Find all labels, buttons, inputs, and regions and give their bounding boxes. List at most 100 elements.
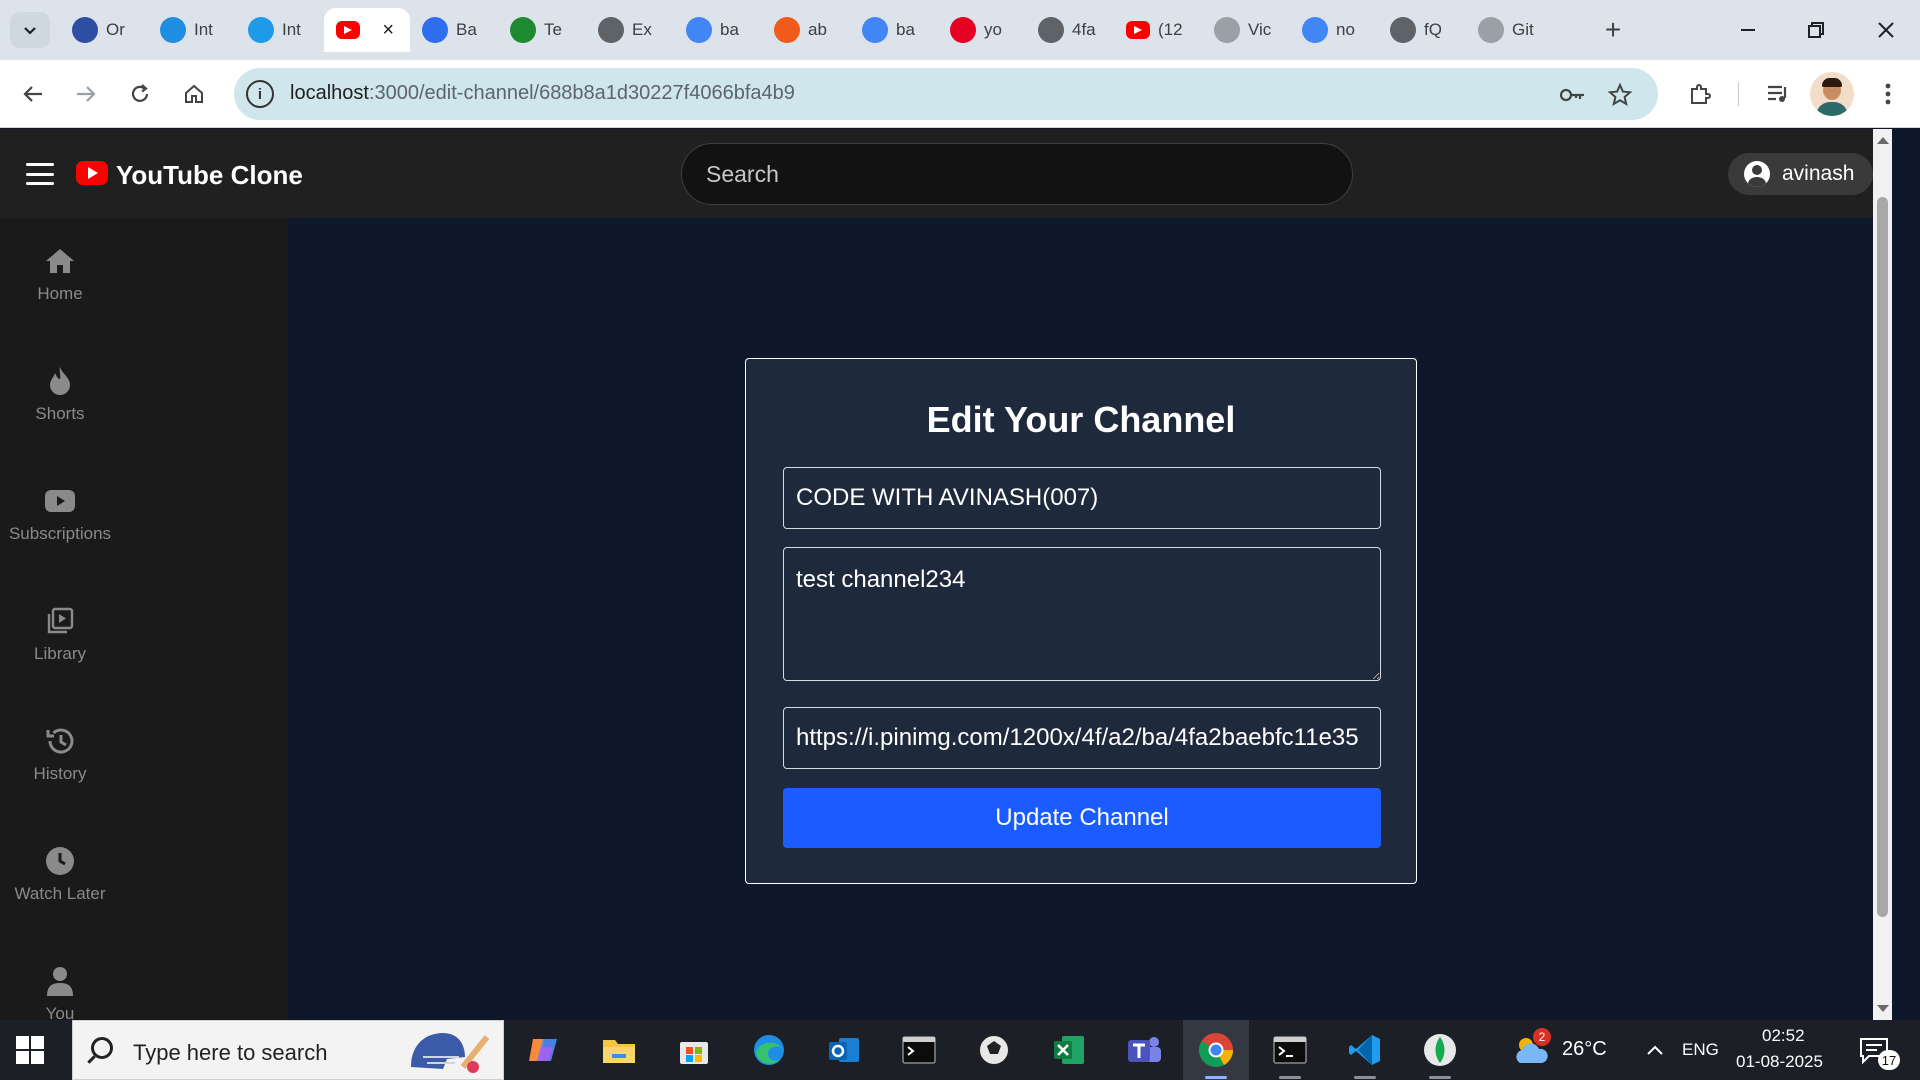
tab-search-button[interactable] [10,12,50,48]
tab[interactable]: Or [60,8,148,52]
tab-close-button[interactable]: × [382,19,394,42]
app-title[interactable]: YouTube Clone [116,160,303,191]
copilot-app-icon[interactable] [524,1030,564,1070]
microsoft-store-app-icon[interactable] [674,1030,714,1070]
tab[interactable]: no [1290,8,1378,52]
tab[interactable]: yo [938,8,1026,52]
globe-icon [1390,17,1416,43]
teams-app-icon[interactable] [1124,1030,1164,1070]
tab[interactable]: Int [236,8,324,52]
sidebar-item-subscriptions[interactable]: Subscriptions [0,484,120,574]
sidebar-item-label: Shorts [35,404,85,423]
tab[interactable]: fQ [1378,8,1466,52]
key-icon [1560,88,1584,102]
menu-toggle-button[interactable] [26,163,54,185]
input-language-indicator[interactable]: ENG [1682,1040,1719,1060]
tab[interactable]: Ba [410,8,498,52]
excel-app-icon[interactable] [1049,1030,1089,1070]
user-icon [43,964,77,998]
sidebar-item-label: Library [34,644,86,663]
media-control-button[interactable] [1760,76,1796,112]
restore-button[interactable] [1786,12,1846,48]
tab-active[interactable]: × [324,8,410,52]
channel-name-input[interactable] [783,467,1381,529]
tab-title: no [1336,20,1355,39]
sidebar-item-you[interactable]: You [0,964,120,1020]
tab[interactable]: Int [148,8,236,52]
browser-tab-strip: Or Int Int × Ba Te Ex ba ab ba yo 4fa (12 Vic no fQ Git … [0,0,1920,60]
user-menu-button[interactable]: avinash [1728,153,1873,195]
back-button[interactable] [15,76,51,112]
sidebar-item-home[interactable]: Home [0,244,120,334]
page-scrollbar[interactable] [1873,129,1892,1020]
reload-button[interactable] [122,76,158,112]
close-window-button[interactable] [1856,12,1916,48]
tab-title: Git [1512,20,1534,39]
search-input[interactable] [681,143,1353,205]
pinterest-logo-icon [950,17,976,43]
tab-title: Ba [456,20,477,39]
chrome-app-icon[interactable] [1196,1030,1236,1070]
windows-start-button[interactable] [16,1036,44,1064]
show-hidden-icons-button[interactable] [1640,1030,1670,1070]
sidebar-item-label: Subscriptions [8,524,112,543]
tab[interactable]: Git [1466,8,1554,52]
terminal-app-icon[interactable] [899,1030,939,1070]
tab-list: Or Int Int × Ba Te Ex ba ab ba yo 4fa (12 Vic no fQ Git [60,8,1554,52]
edit-channel-form: Edit Your Channel test channel234 Update… [745,358,1417,884]
username-label: avinash [1782,162,1855,185]
address-bar[interactable]: i localhost:3000/edit-channel/688b8a1d30… [234,68,1658,120]
file-explorer-app-icon[interactable] [599,1030,639,1070]
channel-description-textarea[interactable]: test channel234 [783,547,1381,681]
sidebar-item-watch-later[interactable]: Watch Later [0,844,120,934]
tab[interactable]: ba [674,8,762,52]
banner-url-input[interactable] [783,707,1381,769]
more-vertical-icon [1885,83,1891,105]
tab[interactable]: ba [850,8,938,52]
clock-date[interactable]: 01-08-2025 [1736,1052,1823,1072]
tab[interactable]: Vic [1202,8,1290,52]
taskbar-search-box[interactable]: Type here to search [72,1020,504,1080]
tab[interactable]: ab [762,8,850,52]
update-channel-button[interactable]: Update Channel [783,788,1381,848]
tab[interactable]: 4fa [1026,8,1114,52]
extensions-button[interactable] [1682,76,1718,112]
sidebar-item-library[interactable]: Library [0,604,120,694]
cmd-app-icon[interactable] [1270,1030,1310,1070]
sidebar-item-history[interactable]: History [0,724,120,814]
scrollbar-thumb[interactable] [1877,197,1888,917]
tab[interactable]: (12 [1114,8,1202,52]
windows-taskbar: Type here to search 2 26°C ENG 02:52 01-… [0,1020,1920,1080]
profile-avatar[interactable] [1810,72,1854,116]
scroll-up-arrow-icon[interactable] [1877,137,1889,144]
app-running-indicator [1429,1076,1451,1079]
vscode-app-icon[interactable] [1345,1030,1385,1070]
chrome-menu-button[interactable] [1870,76,1906,112]
tab-title: yo [984,20,1002,39]
bookmark-button[interactable] [1605,80,1635,110]
browser-toolbar: i localhost:3000/edit-channel/688b8a1d30… [0,60,1920,128]
tab-title: Int [282,20,301,39]
password-key-button[interactable] [1558,80,1588,110]
tab[interactable]: Te [498,8,586,52]
forward-button[interactable] [68,76,104,112]
edge-app-icon[interactable] [749,1030,789,1070]
site-info-icon[interactable]: i [246,80,274,108]
youtube-logo-icon[interactable] [76,161,108,185]
tab[interactable]: Ex [586,8,674,52]
ist-logo-icon [248,17,274,43]
scroll-down-arrow-icon[interactable] [1877,1005,1889,1012]
clock-time[interactable]: 02:52 [1762,1026,1805,1046]
minimize-button[interactable] [1718,12,1778,48]
url-text[interactable]: localhost:3000/edit-channel/688b8a1d3022… [290,82,795,105]
minimize-icon [1741,29,1755,31]
sidebar-item-shorts[interactable]: Shorts [0,364,120,454]
home-button[interactable] [176,76,212,112]
mongodb-compass-app-icon[interactable] [1420,1030,1460,1070]
outlook-app-icon[interactable] [824,1030,864,1070]
reload-icon [131,84,149,102]
soccer-app-icon[interactable] [974,1030,1014,1070]
sidebar-item-label: Watch Later [14,884,106,903]
temperature-label[interactable]: 26°C [1562,1038,1607,1061]
new-tab-button[interactable]: + [1596,13,1630,47]
